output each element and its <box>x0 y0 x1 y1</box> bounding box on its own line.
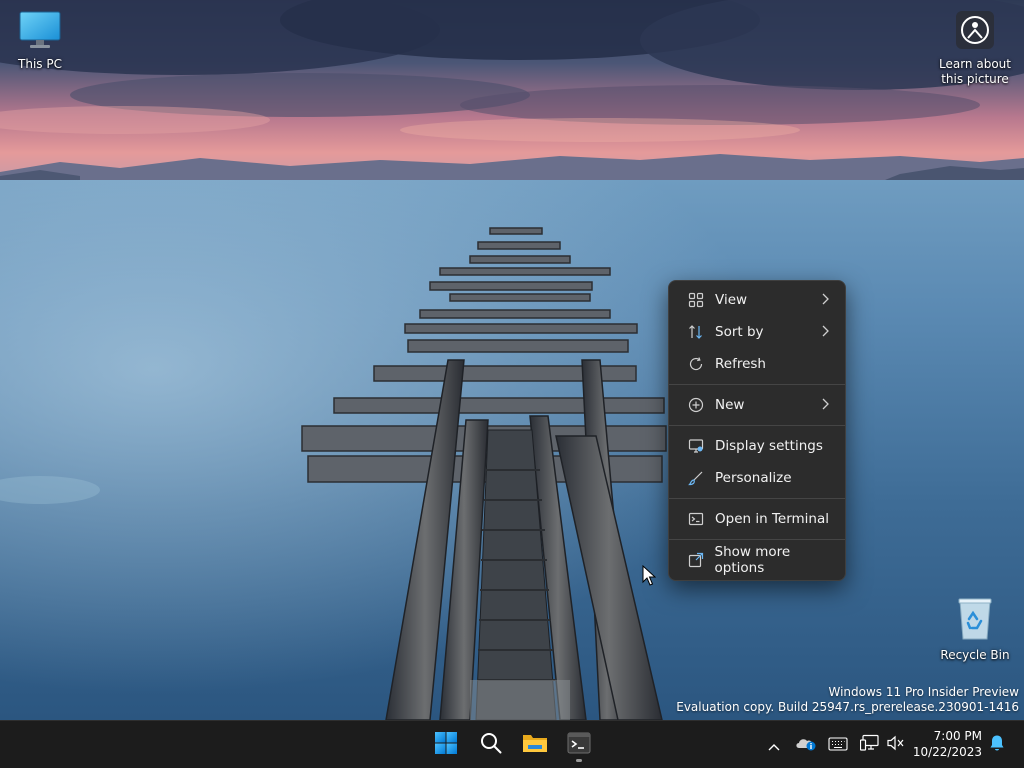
watermark-line1: Windows 11 Pro Insider Preview <box>828 685 1019 699</box>
menu-label-display-settings: Display settings <box>715 438 823 454</box>
volume-tray-button[interactable] <box>884 733 908 757</box>
mouse-cursor-icon <box>642 564 657 591</box>
menu-separator <box>669 539 845 540</box>
menu-separator <box>669 384 845 385</box>
menu-separator <box>669 498 845 499</box>
refresh-icon <box>687 355 705 373</box>
this-pc-desktop-icon[interactable]: This PC <box>0 10 80 72</box>
keyboard-tray-button[interactable] <box>826 733 850 757</box>
taskbar: 7:00 PM 10/22/2023 <box>0 720 1024 768</box>
brush-icon <box>687 469 705 487</box>
menu-label-show-more-options: Show more options <box>714 544 791 576</box>
terminal-taskbar-button[interactable] <box>559 725 599 765</box>
menu-item-sort-by[interactable]: Sort by <box>673 316 841 348</box>
menu-item-display-settings[interactable]: Display settings <box>673 430 841 462</box>
start-button[interactable] <box>426 725 466 765</box>
volume-muted-icon <box>886 735 906 755</box>
menu-item-show-more-options[interactable]: Show more options <box>673 544 841 576</box>
chevron-up-icon <box>768 736 780 755</box>
evaluation-watermark: Windows 11 Pro Insider Preview Evaluatio… <box>676 685 1019 715</box>
this-pc-label: This PC <box>18 57 62 71</box>
clock-date: 10/22/2023 <box>912 745 982 759</box>
menu-label-refresh: Refresh <box>715 356 766 372</box>
terminal-icon <box>687 510 705 528</box>
chevron-right-icon <box>821 325 829 341</box>
search-icon <box>479 731 503 759</box>
menu-item-new[interactable]: New <box>673 389 841 421</box>
menu-item-personalize[interactable]: Personalize <box>673 462 841 494</box>
desktop-wallpaper[interactable] <box>0 0 1024 720</box>
spotlight-label-line2: this picture <box>941 72 1009 86</box>
watermark-line2: Evaluation copy. Build 25947.rs_prerelea… <box>676 700 1019 714</box>
menu-label-sort-by: Sort by <box>715 324 764 340</box>
folder-icon <box>522 731 548 759</box>
menu-item-refresh[interactable]: Refresh <box>673 348 841 380</box>
network-monitor-icon <box>859 734 880 756</box>
menu-label-new: New <box>715 397 745 413</box>
clock-time: 7:00 PM <box>933 729 982 743</box>
plus-circle-icon <box>687 396 705 414</box>
recycle-bin-label: Recycle Bin <box>940 648 1010 662</box>
menu-separator <box>669 425 845 426</box>
menu-label-view: View <box>715 292 748 308</box>
spotlight-learn-icon[interactable]: Learn about this picture <box>935 10 1015 87</box>
menu-item-view[interactable]: View <box>673 284 841 316</box>
windows-logo-icon <box>434 731 458 759</box>
taskbar-clock[interactable]: 7:00 PM 10/22/2023 <box>913 728 982 760</box>
spotlight-camera-icon <box>935 10 1015 53</box>
file-explorer-button[interactable] <box>515 725 555 765</box>
spotlight-label-line1: Learn about <box>939 57 1011 71</box>
share-icon <box>687 551 705 569</box>
menu-item-open-in-terminal[interactable]: Open in Terminal <box>673 503 841 535</box>
monitor-icon <box>0 10 80 53</box>
bell-icon <box>989 734 1005 756</box>
terminal-icon <box>567 732 591 758</box>
keyboard-icon <box>828 736 848 755</box>
cloud-info-icon <box>795 735 817 755</box>
recycle-bin-desktop-icon[interactable]: Recycle Bin <box>935 597 1015 663</box>
search-button[interactable] <box>471 725 511 765</box>
menu-label-personalize: Personalize <box>715 470 792 486</box>
grid-icon <box>687 291 705 309</box>
network-tray-button[interactable] <box>858 733 882 757</box>
recycle-bin-icon <box>935 597 1015 644</box>
chevron-right-icon <box>821 398 829 414</box>
display-icon <box>687 437 705 455</box>
chevron-right-icon <box>821 293 829 309</box>
notifications-button[interactable] <box>985 733 1009 757</box>
sort-icon <box>687 323 705 341</box>
menu-label-open-in-terminal: Open in Terminal <box>715 511 829 527</box>
onedrive-tray-button[interactable] <box>794 733 818 757</box>
running-indicator <box>576 759 582 762</box>
show-hidden-icons-button[interactable] <box>762 733 786 757</box>
desktop-context-menu: View Sort by Refresh New Display setting… <box>668 280 846 581</box>
